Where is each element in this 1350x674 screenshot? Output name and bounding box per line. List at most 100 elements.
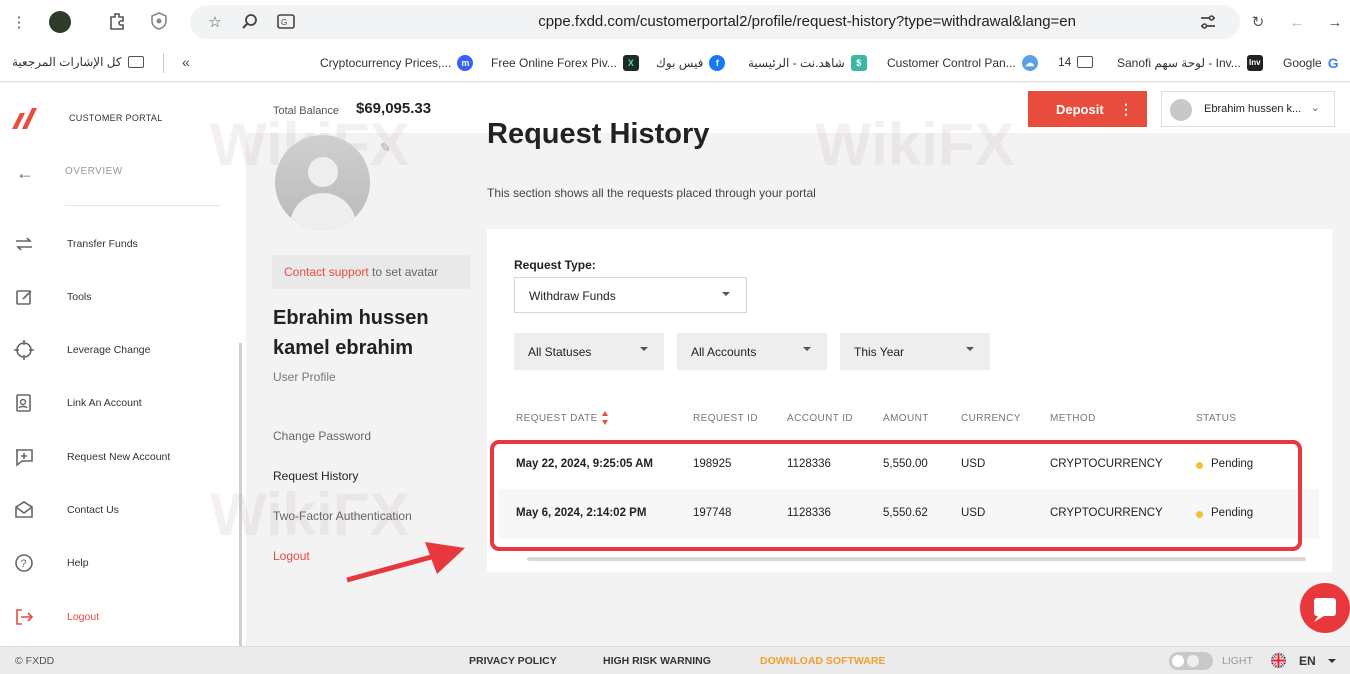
sidebar: CUSTOMER PORTAL ← OVERVIEW Transfer Fund… [0, 83, 246, 646]
sidebar-item-transfer-funds[interactable]: Transfer Funds [0, 229, 240, 259]
bookmark-label: Free Online Forex Piv... [491, 56, 617, 70]
caret-down-icon[interactable] [1328, 659, 1336, 663]
bookmark-facebook[interactable]: فيس بوك f [656, 55, 726, 71]
shield-icon[interactable] [149, 11, 169, 31]
back-arrow-icon[interactable]: ← [16, 163, 34, 184]
chevron-down-icon: ⌄ [1310, 102, 1320, 114]
fxdd-logo-icon[interactable] [10, 103, 40, 133]
page-description: This section shows all the requests plac… [487, 186, 816, 200]
bookmark-label: 14 [1058, 55, 1072, 69]
sort-icon[interactable] [601, 410, 609, 426]
bookmarks-overflow-icon[interactable]: « [182, 54, 190, 70]
back-icon[interactable]: → [1324, 11, 1346, 33]
high-risk-warning-link[interactable]: HIGH RISK WARNING [603, 655, 711, 667]
contact-support-link[interactable]: Contact support [284, 265, 369, 279]
sidebar-item-link-account[interactable]: Link An Account [0, 388, 240, 418]
contact-support-text: to set avatar [368, 265, 439, 279]
profile-logout-link[interactable]: Logout [273, 549, 310, 563]
sidebar-item-request-new-account[interactable]: Request New Account [0, 442, 240, 472]
two-factor-link[interactable]: Two-Factor Authentication [273, 509, 412, 523]
chat-button[interactable] [1300, 583, 1350, 633]
page-title: Request History [487, 118, 710, 150]
crosshair-icon [13, 339, 35, 361]
pencil-icon[interactable]: ✎ [380, 140, 391, 156]
bookmark-customer-control[interactable]: Customer Control Pan... ☁ [887, 55, 1038, 71]
theme-label: LIGHT [1222, 655, 1253, 667]
uk-flag-icon [1271, 653, 1286, 668]
extensions-icon[interactable] [108, 11, 128, 31]
column-header-method: METHOD [1050, 413, 1096, 424]
bookmark-folder-14[interactable]: 14 [1058, 55, 1094, 69]
sidebar-item-label: Logout [67, 611, 100, 623]
column-header-status: STATUS [1196, 413, 1237, 424]
zoom-icon[interactable] [240, 12, 260, 32]
avatar-body [290, 193, 356, 230]
translate-icon[interactable]: G [276, 12, 296, 32]
bookmarks-bar: « كل الإشارات المرجعية Cryptocurrency Pr… [0, 44, 1350, 82]
avatar-head [308, 157, 338, 187]
portal-header: Total Balance $69,095.33 Deposit ⋮ Ebrah… [246, 83, 1350, 133]
change-password-link[interactable]: Change Password [273, 429, 371, 443]
full-name-line1: Ebrahim hussen [273, 307, 429, 329]
user-menu[interactable]: Ebrahim hussen k... ⌄ [1161, 91, 1335, 127]
deposit-button[interactable]: Deposit ⋮ [1028, 91, 1147, 127]
star-icon[interactable]: ☆ [204, 11, 226, 33]
forward-icon[interactable]: ← [1286, 11, 1308, 33]
sidebar-item-leverage-change[interactable]: Leverage Change [0, 335, 240, 365]
period-filter[interactable]: This Year [840, 333, 990, 370]
address-bar[interactable]: ☆ G cppe.fxdd.com/customerportal2/profil… [190, 5, 1240, 39]
footer: © FXDD PRIVACY POLICY HIGH RISK WARNING … [0, 646, 1350, 674]
investing-icon: Inv [1246, 55, 1263, 71]
sidebar-item-label: Leverage Change [67, 344, 151, 356]
more-vertical-icon[interactable]: ⋮ [1119, 101, 1133, 118]
facebook-icon: f [709, 55, 726, 71]
column-header-currency: CURRENCY [961, 413, 1021, 424]
bookmark-google[interactable]: Google G [1283, 55, 1339, 71]
profile-avatar [275, 135, 370, 230]
highlight-annotation [490, 440, 1302, 551]
more-vertical-icon[interactable]: ⋮ [8, 11, 30, 33]
toggle-knob [1187, 655, 1199, 667]
full-name-line2: kamel ebrahim [273, 337, 414, 359]
avatar [1170, 99, 1192, 121]
bookmark-shahid[interactable]: شاهد.نت - الرئيسية $ [748, 55, 867, 71]
reload-icon[interactable]: ↻ [1247, 11, 1269, 33]
bookmark-investing[interactable]: Sanofi لوحة سهم - Inv... Inv [1117, 55, 1263, 71]
transfer-icon [13, 233, 35, 255]
shahid-icon: $ [850, 55, 867, 71]
caret-down-icon [640, 347, 648, 351]
theme-toggle[interactable] [1169, 652, 1213, 670]
language-select[interactable]: EN [1299, 654, 1316, 668]
extension-avatar-icon[interactable] [49, 11, 71, 33]
help-icon: ? [13, 552, 35, 574]
sidebar-item-logout[interactable]: Logout [0, 602, 240, 632]
sidebar-item-help[interactable]: ? Help [0, 548, 240, 578]
overview-link[interactable]: OVERVIEW [65, 166, 123, 177]
site-settings-icon[interactable] [1198, 12, 1218, 32]
arrow-annotation-icon [346, 542, 465, 583]
bookmark-all[interactable]: كل الإشارات المرجعية [12, 55, 144, 69]
download-software-link[interactable]: DOWNLOAD SOFTWARE [760, 655, 885, 667]
folder-icon [127, 56, 144, 68]
column-header-request-id: REQUEST ID [693, 413, 758, 424]
total-balance-label: Total Balance [273, 105, 340, 117]
sidebar-item-contact-us[interactable]: Contact Us [0, 495, 240, 525]
bookmark-coinmarketcap[interactable]: Cryptocurrency Prices,... m [320, 55, 474, 71]
sidebar-item-label: Transfer Funds [67, 238, 138, 250]
request-type-select[interactable]: Withdraw Funds [514, 277, 747, 313]
bookmark-label: كل الإشارات المرجعية [12, 55, 122, 69]
chat-icon [1314, 598, 1336, 622]
sidebar-item-tools[interactable]: Tools [0, 282, 240, 312]
request-history-link[interactable]: Request History [273, 469, 358, 483]
status-filter-value: All Statuses [528, 345, 592, 359]
bookmark-forex[interactable]: Free Online Forex Piv... X [491, 55, 639, 71]
accounts-filter[interactable]: All Accounts [677, 333, 827, 370]
url-text[interactable]: cppe.fxdd.com/customerportal2/profile/re… [538, 13, 1076, 30]
column-header-request-date[interactable]: REQUEST DATE [516, 413, 598, 424]
table-horizontal-scrollbar[interactable] [527, 557, 1306, 561]
status-filter[interactable]: All Statuses [514, 333, 664, 370]
sidebar-scrollbar[interactable] [239, 343, 242, 646]
privacy-policy-link[interactable]: PRIVACY POLICY [469, 655, 557, 667]
sidebar-item-label: Link An Account [67, 397, 142, 409]
folder-icon [1077, 56, 1094, 68]
